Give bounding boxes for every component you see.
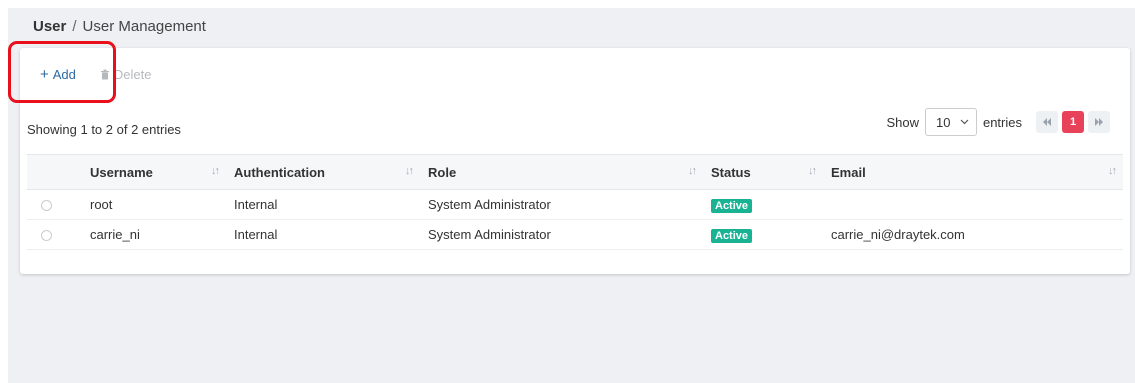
authentication-cell: Internal: [226, 189, 420, 220]
authentication-text: Internal: [234, 197, 278, 212]
column-header-authentication[interactable]: Authentication ↓↑: [226, 154, 420, 190]
status-badge: Active: [711, 198, 753, 213]
status-cell: Active: [703, 219, 823, 250]
email-text: [823, 197, 831, 212]
role-cell: System Administrator: [420, 219, 703, 250]
breadcrumb-root[interactable]: User: [33, 18, 66, 35]
last-page-icon: [1095, 118, 1103, 126]
row-select-cell: [27, 189, 82, 220]
column-header-status[interactable]: Status ↓↑: [703, 154, 823, 190]
table-header-row: Username ↓↑ Authentication ↓↑ Role ↓↑ Statu…: [27, 154, 1123, 190]
role-text: System Administrator: [428, 197, 551, 212]
column-header-role[interactable]: Role ↓↑: [420, 154, 703, 190]
breadcrumb-current: User Management: [82, 18, 206, 35]
username-text: root: [90, 197, 113, 212]
last-page-button[interactable]: [1088, 111, 1110, 133]
email-text: carrie_ni@draytek.com: [831, 227, 965, 242]
table-row[interactable]: carrie_ni Internal System Administrator …: [27, 219, 1123, 250]
sort-icon: ↓↑: [405, 165, 414, 177]
email-cell: [823, 189, 1123, 220]
first-page-button[interactable]: [1036, 111, 1058, 133]
username-cell: carrie_ni: [82, 219, 226, 250]
user-table: Username ↓↑ Authentication ↓↑ Role ↓↑ Statu…: [27, 154, 1123, 250]
username-text: carrie_ni: [90, 227, 140, 242]
column-label: Role: [428, 164, 457, 180]
status-cell: Active: [703, 189, 823, 220]
role-cell: System Administrator: [420, 189, 703, 220]
sort-icon: ↓↑: [688, 165, 697, 177]
sort-icon: ↓↑: [808, 165, 817, 177]
column-label: Email: [831, 164, 866, 180]
pagination: 1: [1036, 111, 1110, 133]
page-button-current[interactable]: 1: [1062, 111, 1084, 133]
entries-length-control: Show 10 entries 1: [886, 108, 1110, 136]
entries-select-value: 10: [935, 114, 951, 130]
email-cell: carrie_ni@draytek.com: [823, 219, 1123, 250]
sort-icon: ↓↑: [1108, 165, 1117, 177]
breadcrumb: User / User Management: [33, 18, 206, 35]
show-label: Show: [886, 114, 919, 130]
chevron-down-icon: [960, 119, 969, 125]
column-label: Status: [711, 164, 751, 180]
column-label: Username: [90, 164, 153, 180]
status-badge: Active: [711, 228, 753, 243]
table-row[interactable]: root Internal System Administrator Activ…: [27, 189, 1123, 220]
row-select-radio[interactable]: [41, 200, 52, 212]
row-select-radio[interactable]: [41, 230, 52, 242]
column-header-select: [27, 154, 82, 190]
delete-button-label: Delete: [113, 67, 152, 82]
highlight-annotation-box: [8, 41, 116, 103]
column-header-email[interactable]: Email ↓↑: [823, 154, 1123, 190]
sort-icon: ↓↑: [211, 165, 220, 177]
entries-label: entries: [982, 114, 1022, 130]
authentication-cell: Internal: [226, 219, 420, 250]
authentication-text: Internal: [234, 227, 278, 242]
user-table-card: + Add Delete Showing 1 to 2 of 2 entries…: [20, 48, 1130, 274]
breadcrumb-separator: /: [72, 18, 77, 35]
first-page-icon: [1043, 118, 1051, 126]
row-select-cell: [27, 219, 82, 250]
table-info: Showing 1 to 2 of 2 entries: [27, 122, 181, 137]
column-label: Authentication: [234, 164, 325, 180]
column-header-username[interactable]: Username ↓↑: [82, 154, 226, 190]
entries-select[interactable]: 10: [924, 108, 977, 136]
username-cell: root: [82, 189, 226, 220]
role-text: System Administrator: [428, 227, 551, 242]
